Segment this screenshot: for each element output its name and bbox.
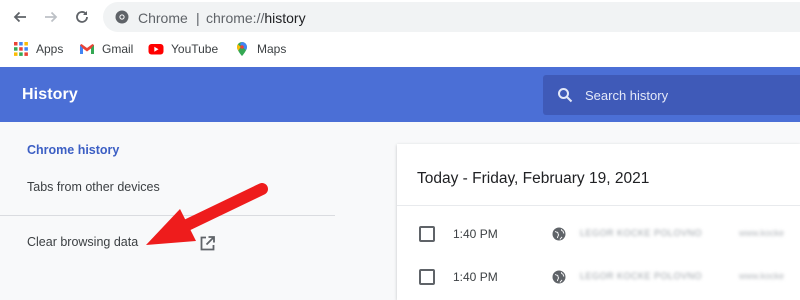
- bookmark-label: YouTube: [171, 42, 219, 56]
- reload-button[interactable]: [72, 7, 92, 27]
- entry-checkbox[interactable]: [419, 269, 435, 285]
- url-scheme: chrome://: [206, 10, 265, 26]
- globe-icon: [552, 227, 566, 241]
- history-sidebar: Chrome history Tabs from other devices C…: [0, 122, 380, 300]
- omnibox-site-chip: Chrome: [138, 10, 188, 26]
- url-path: history: [264, 10, 306, 26]
- sidebar-divider: [0, 215, 335, 216]
- forward-button[interactable]: [41, 7, 61, 27]
- back-button[interactable]: [10, 7, 30, 27]
- card-divider: [397, 205, 800, 206]
- entry-title[interactable]: LEGOR KOCKE POLOVNO: [580, 228, 702, 238]
- date-heading: Today - Friday, February 19, 2021: [417, 170, 650, 187]
- search-input[interactable]: [585, 75, 795, 115]
- bookmark-maps[interactable]: Maps: [234, 40, 286, 58]
- apps-grid-icon: [14, 42, 28, 56]
- bookmark-label: Apps: [36, 42, 64, 56]
- history-header: History: [0, 67, 800, 122]
- bookmark-label: Maps: [257, 42, 287, 56]
- omnibox-url[interactable]: chrome://history: [206, 10, 306, 26]
- history-entry[interactable]: 1:40 PM LEGOR KOCKE POLOVNO www.kocke: [397, 257, 800, 299]
- entry-domain: www.kocke: [739, 271, 785, 281]
- history-card: Today - Friday, February 19, 2021 1:40 P…: [397, 144, 800, 300]
- search-history-box[interactable]: [543, 75, 800, 115]
- history-entry[interactable]: 1:40 PM LEGOR KOCKE POLOVNO www.kocke: [397, 214, 800, 256]
- reload-icon: [76, 11, 88, 23]
- back-arrow-icon: [13, 11, 26, 23]
- entry-domain: www.kocke: [739, 228, 785, 238]
- bookmark-label: Gmail: [102, 42, 134, 56]
- chrome-page-icon: [115, 10, 129, 24]
- sidebar-item-chrome-history[interactable]: Chrome history: [27, 143, 119, 157]
- omnibox-separator: |: [196, 10, 200, 26]
- gmail-icon: [80, 44, 94, 54]
- entry-time: 1:40 PM: [453, 227, 498, 241]
- sidebar-item-clear-browsing-data[interactable]: Clear browsing data: [27, 235, 138, 249]
- forward-arrow-icon: [45, 11, 58, 23]
- bookmark-apps[interactable]: Apps: [13, 40, 63, 58]
- globe-icon: [552, 270, 566, 284]
- sidebar-item-tabs-other-devices[interactable]: Tabs from other devices: [27, 180, 160, 194]
- bookmark-gmail[interactable]: Gmail: [79, 40, 133, 58]
- page-title: History: [22, 86, 78, 103]
- bookmarks-bar: Apps Gmail YouTube Maps: [0, 34, 800, 64]
- open-external-icon[interactable]: [199, 235, 216, 252]
- maps-icon: [237, 42, 247, 56]
- entry-checkbox[interactable]: [419, 226, 435, 242]
- entry-time: 1:40 PM: [453, 270, 498, 284]
- search-icon: [558, 88, 573, 103]
- entry-title[interactable]: LEGOR KOCKE POLOVNO: [580, 271, 702, 281]
- youtube-icon: [148, 44, 164, 55]
- bookmark-youtube[interactable]: YouTube: [148, 40, 218, 58]
- address-bar[interactable]: Chrome | chrome://history: [103, 2, 800, 32]
- browser-toolbar: Chrome | chrome://history: [0, 0, 800, 34]
